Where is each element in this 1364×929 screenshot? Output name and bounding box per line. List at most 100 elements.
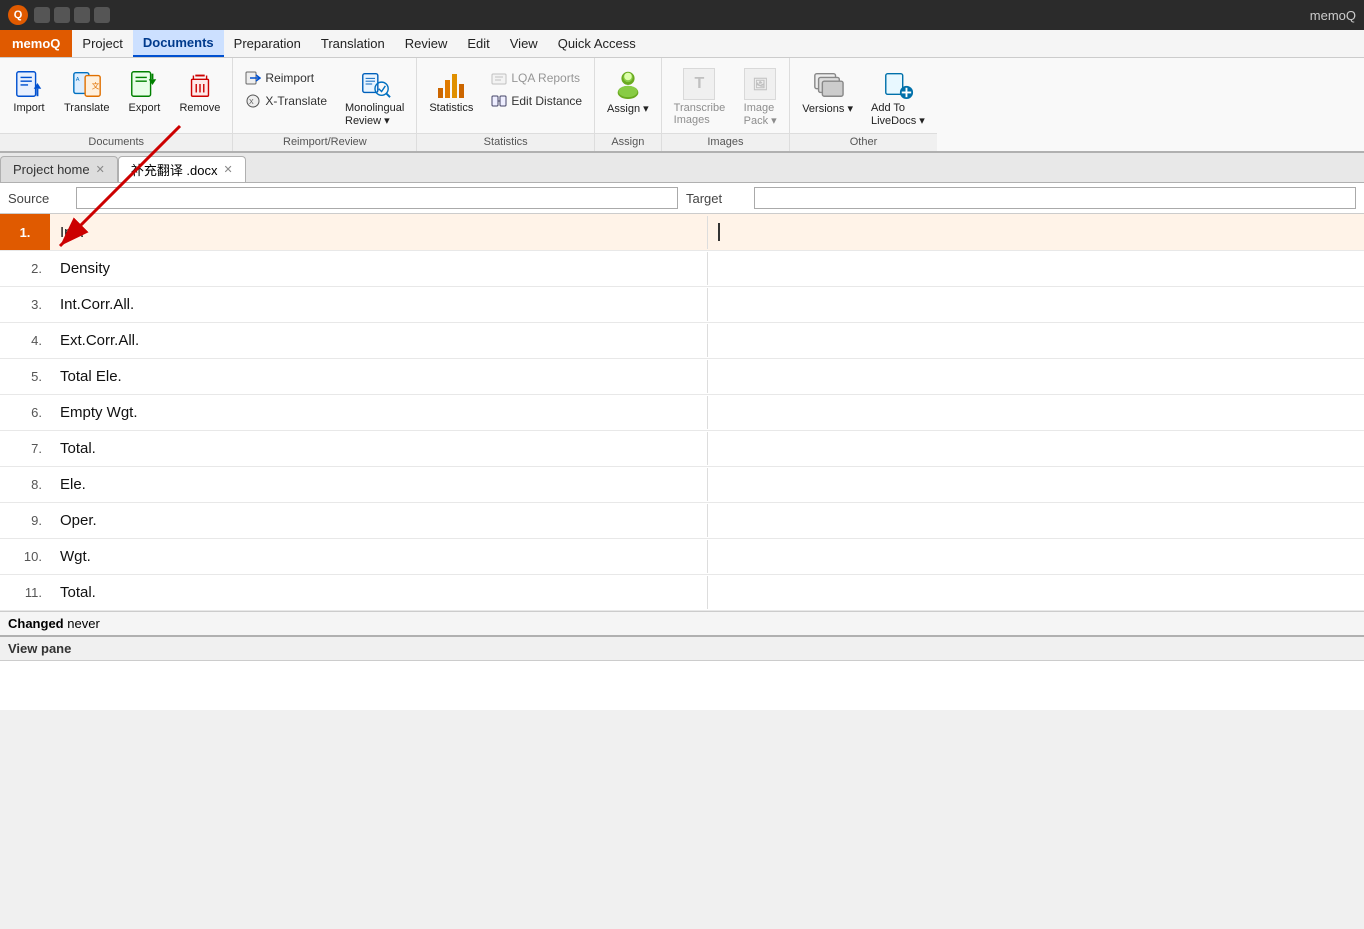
target-search-input[interactable] [754, 187, 1356, 209]
ribbon-group-reimport-items: Reimport X X-Translate [233, 62, 416, 133]
row-source-4: Ext.Corr.All. [50, 324, 708, 357]
image-pack-label: ImagePack ▾ [744, 102, 777, 127]
ribbon-group-documents: Import A 文 Translate [0, 58, 233, 151]
table-row[interactable]: 5. Total Ele. [0, 359, 1364, 395]
ribbon: Import A 文 Translate [0, 58, 1364, 153]
versions-button[interactable]: Versions ▾ [794, 64, 861, 119]
row-number-2: 2. [0, 261, 50, 276]
translate-label: Translate [64, 102, 109, 114]
row-number-3: 3. [0, 297, 50, 312]
add-to-livedocs-button[interactable]: Add ToLiveDocs ▾ [863, 64, 933, 131]
toolbar-icon-1 [34, 7, 50, 23]
assign-button[interactable]: Assign ▾ [599, 64, 657, 119]
menu-item-view[interactable]: View [500, 30, 548, 57]
menu-item-quickaccess[interactable]: Quick Access [548, 30, 646, 57]
remove-icon [184, 68, 216, 100]
row-number-1: 1. [0, 214, 50, 250]
table-row[interactable]: 11. Total. [0, 575, 1364, 611]
transcribe-images-button[interactable]: T TranscribeImages [666, 64, 734, 130]
ribbon-group-images-label: Images [662, 133, 790, 151]
menu-item-project[interactable]: Project [72, 30, 132, 57]
ribbon-group-reimport-label: Reimport/Review [233, 133, 416, 151]
row-target-9[interactable] [708, 513, 1364, 529]
lqa-reports-button[interactable]: LQA Reports [485, 68, 588, 88]
table-row[interactable]: 2. Density [0, 251, 1364, 287]
menu-item-memoq[interactable]: memoQ [0, 30, 72, 57]
title-bar: Q memoQ [0, 0, 1364, 30]
row-number-7: 7. [0, 441, 50, 456]
tab-doc-close[interactable]: ✕ [224, 163, 233, 176]
tab-project-home[interactable]: Project home ✕ [0, 156, 118, 182]
tab-doc[interactable]: 补充翻译 .docx ✕ [118, 156, 246, 182]
import-icon [13, 68, 45, 100]
table-row[interactable]: 4. Ext.Corr.All. [0, 323, 1364, 359]
row-target-4[interactable] [708, 333, 1364, 349]
row-target-6[interactable] [708, 405, 1364, 421]
translate-button[interactable]: A 文 Translate [56, 64, 117, 118]
table-row[interactable]: 1. Ins. [0, 214, 1364, 251]
row-target-8[interactable] [708, 477, 1364, 493]
toolbar-icon-4 [94, 7, 110, 23]
table-row[interactable]: 9. Oper. [0, 503, 1364, 539]
row-target-5[interactable] [708, 369, 1364, 385]
row-target-2[interactable] [708, 261, 1364, 277]
row-number-4: 4. [0, 333, 50, 348]
table-row[interactable]: 3. Int.Corr.All. [0, 287, 1364, 323]
table-row[interactable]: 6. Empty Wgt. [0, 395, 1364, 431]
menu-item-edit[interactable]: Edit [457, 30, 499, 57]
table-row[interactable]: 8. Ele. [0, 467, 1364, 503]
title-bar-toolbar [34, 7, 110, 23]
editor-header: Source Target [0, 183, 1364, 214]
lqa-reports-label: LQA Reports [511, 71, 580, 85]
statistics-button[interactable]: Statistics [421, 64, 481, 118]
export-icon [128, 68, 160, 100]
row-target-10[interactable] [708, 549, 1364, 565]
row-source-2: Density [50, 252, 708, 285]
toolbar-icon-3 [74, 7, 90, 23]
xtranslate-icon: X [245, 93, 261, 109]
row-source-7: Total. [50, 432, 708, 465]
row-target-3[interactable] [708, 297, 1364, 313]
target-label: Target [686, 191, 746, 206]
translate-icon: A 文 [71, 68, 103, 100]
row-source-6: Empty Wgt. [50, 396, 708, 429]
xtranslate-button[interactable]: X X-Translate [239, 91, 333, 111]
image-pack-button[interactable]: 🖼 ImagePack ▾ [735, 64, 785, 131]
table-row[interactable]: 7. Total. [0, 431, 1364, 467]
status-bar: Changed never [0, 611, 1364, 635]
edit-distance-button[interactable]: Edit Distance [485, 91, 588, 111]
row-number-6: 6. [0, 405, 50, 420]
tab-doc-label: 补充翻译 .docx [131, 160, 218, 179]
monolingual-review-button[interactable]: MonolingualReview ▾ [337, 64, 412, 131]
menu-item-translation[interactable]: Translation [311, 30, 395, 57]
menu-item-preparation[interactable]: Preparation [224, 30, 311, 57]
tab-project-home-close[interactable]: ✕ [96, 163, 105, 176]
import-button[interactable]: Import [4, 64, 54, 118]
reimport-button[interactable]: Reimport [239, 68, 333, 88]
versions-icon [812, 68, 844, 100]
ribbon-group-assign-items: Assign ▾ [595, 62, 661, 133]
table-row[interactable]: 10. Wgt. [0, 539, 1364, 575]
reimport-label: Reimport [265, 71, 314, 85]
menu-item-documents[interactable]: Documents [133, 30, 224, 57]
source-search-input[interactable] [76, 187, 678, 209]
ribbon-group-images-items: T TranscribeImages 🖼 ImagePack ▾ [662, 62, 790, 133]
view-pane-content [0, 660, 1364, 710]
row-source-10: Wgt. [50, 540, 708, 573]
row-target-11[interactable] [708, 585, 1364, 601]
export-button[interactable]: Export [119, 64, 169, 118]
svg-text:X: X [249, 99, 254, 106]
svg-text:文: 文 [91, 81, 99, 91]
ribbon-group-other-items: Versions ▾ Add ToLiveDocs ▾ [790, 62, 937, 133]
row-source-11: Total. [50, 576, 708, 609]
remove-button[interactable]: Remove [171, 64, 228, 118]
row-source-9: Oper. [50, 504, 708, 537]
menu-item-review[interactable]: Review [395, 30, 458, 57]
statistics-icon [435, 68, 467, 100]
row-target-7[interactable] [708, 441, 1364, 457]
ribbon-group-assign-label: Assign [595, 133, 661, 151]
svg-text:A: A [75, 77, 79, 83]
toolbar-icon-2 [54, 7, 70, 23]
monolingual-review-icon [359, 68, 391, 100]
row-target-1[interactable] [708, 215, 1364, 249]
